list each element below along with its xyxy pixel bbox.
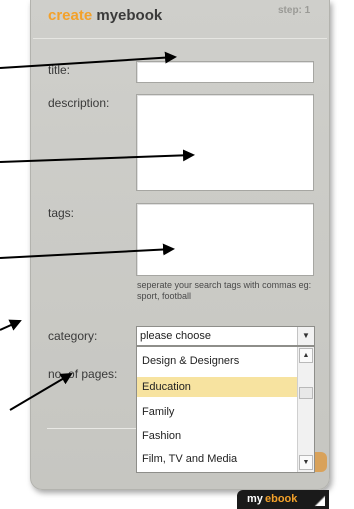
create-myebook-panel: create myebook step: 1 title: descriptio… [30,0,330,490]
title-label: title: [48,63,71,77]
chevron-up-icon[interactable]: ▲ [299,348,313,363]
description-textarea[interactable] [136,94,314,191]
myebook-logo: my ebook [237,490,329,509]
tags-hint: seperate your search tags with commas eg… [137,280,312,301]
next-button-edge[interactable] [313,452,327,472]
title-myebook: myebook [96,7,163,24]
chevron-down-icon[interactable]: ▼ [299,455,313,470]
description-label: description: [48,96,110,110]
category-selected-value: please choose [140,330,211,342]
scrollbar-thumb[interactable] [299,387,313,399]
chevron-down-icon[interactable]: ▼ [297,327,314,345]
pages-label: no. of pages: [48,367,118,381]
dropdown-option-selected[interactable]: Education [137,377,297,397]
panel-title: create myebook [48,7,162,24]
category-label: category: [48,329,98,343]
tags-label: tags: [48,206,75,220]
header-divider [33,38,327,39]
arrow-right-icon [0,319,22,331]
step-indicator: step: 1 [278,5,311,16]
dropdown-option[interactable]: Design & Designers [137,351,297,371]
dropdown-scrollbar[interactable]: ▲ ▼ [297,347,314,472]
title-input[interactable] [136,61,314,83]
form-divider [47,428,136,429]
page-curl-icon [314,495,326,507]
dropdown-option[interactable]: Family [137,402,297,422]
category-select[interactable]: please choose ▼ [136,326,315,346]
category-dropdown-list[interactable]: Design & Designers Education Family Fash… [136,346,315,473]
dropdown-option[interactable]: Film, TV and Media [137,449,297,469]
logo-my: my [247,493,263,505]
dropdown-option[interactable]: Fashion [137,426,297,446]
title-create: create [48,7,93,24]
tags-textarea[interactable] [136,203,314,276]
logo-ebook: ebook [265,493,298,505]
